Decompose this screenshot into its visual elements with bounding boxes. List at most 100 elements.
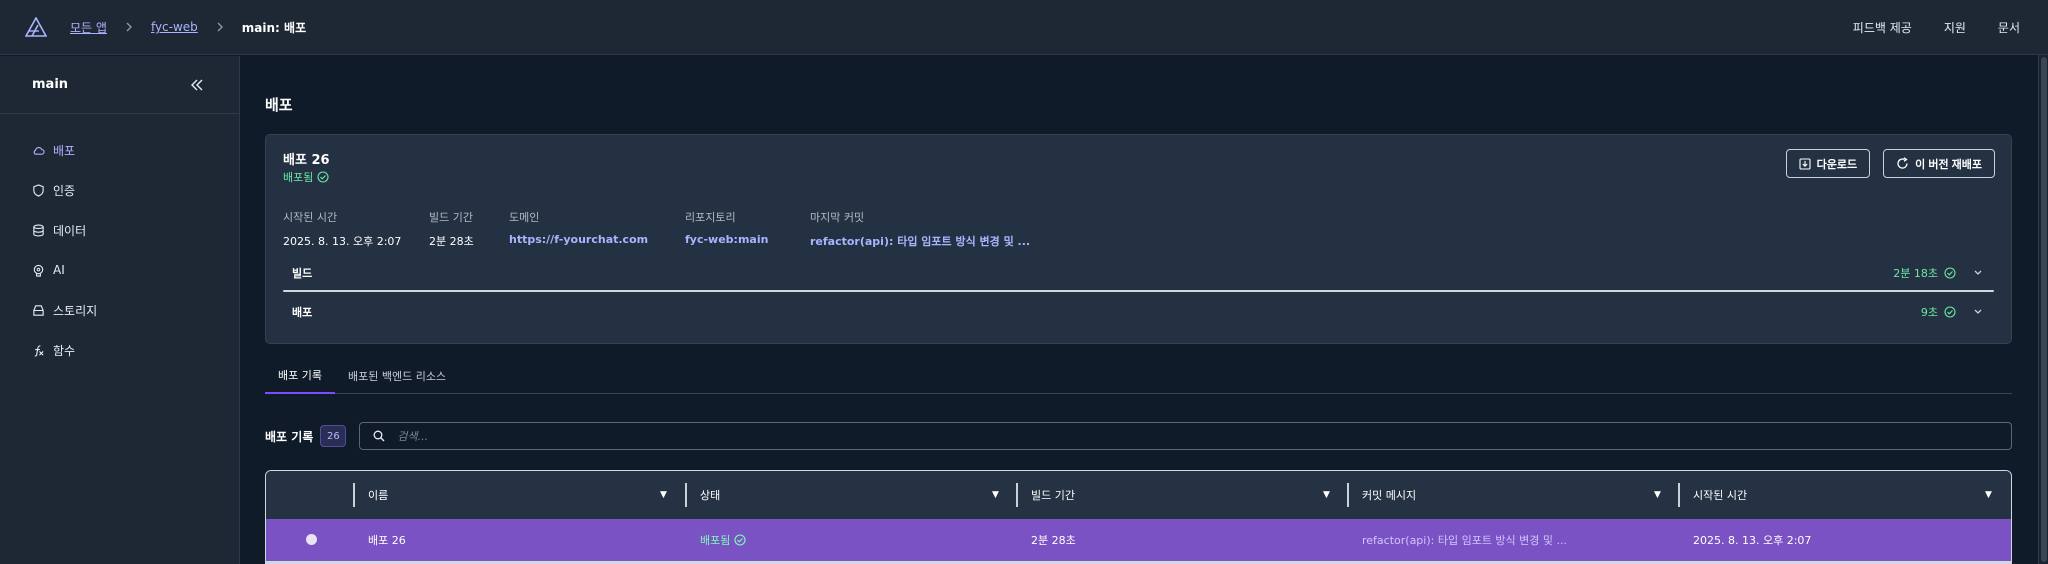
meta-build-time: 빌드 기간 2분 28초 xyxy=(429,209,509,249)
chevron-right-icon xyxy=(125,22,133,32)
collapse-sidebar-icon[interactable] xyxy=(187,75,207,95)
deploy-history-table: 이름 ▼ 상태 ▼ 빌드 기간 ▼ 커밋 메시지 ▼ 시작된 시간 ▼ 배포 2… xyxy=(265,470,2012,564)
download-button[interactable]: 다운로드 xyxy=(1785,149,1871,178)
feedback-link[interactable]: 피드백 제공 xyxy=(1853,19,1912,36)
tab-backend-resources[interactable]: 배포된 백엔드 리소스 xyxy=(335,358,459,394)
step-duration: 2분 18초 xyxy=(1893,265,1982,281)
sort-down-icon[interactable]: ▼ xyxy=(1654,490,1661,500)
breadcrumb-current: main: 배포 xyxy=(241,20,307,35)
column-header-started[interactable]: 시작된 시간 xyxy=(1693,471,1747,519)
check-circle-icon xyxy=(734,534,746,546)
column-divider[interactable] xyxy=(1678,483,1680,507)
sidebar: main 배포 인증 데이터 AI 스토리지 함수 xyxy=(0,56,240,564)
sidebar-nav: 배포 인증 데이터 AI 스토리지 함수 xyxy=(0,114,239,370)
step-duration: 9초 xyxy=(1921,304,1982,320)
sidebar-item-label: 스토리지 xyxy=(53,303,98,318)
column-header-build-time[interactable]: 빌드 기간 xyxy=(1031,471,1075,519)
column-divider[interactable] xyxy=(1016,483,1018,507)
sort-down-icon[interactable]: ▼ xyxy=(660,490,667,500)
meta-value: 2025. 8. 13. 오후 2:07 xyxy=(283,235,402,248)
search-input[interactable] xyxy=(397,429,798,443)
sidebar-item-label: 함수 xyxy=(53,343,76,358)
column-divider[interactable] xyxy=(353,483,355,507)
download-icon xyxy=(1799,157,1811,170)
meta-domain: 도메인 https://f-yourchat.com xyxy=(509,209,685,249)
build-step-row[interactable]: 빌드 2분 18초 xyxy=(283,257,1994,289)
download-label: 다운로드 xyxy=(1816,158,1858,171)
column-header-name[interactable]: 이름 xyxy=(368,471,388,519)
chevron-down-icon[interactable] xyxy=(1974,270,1982,276)
meta-label: 마지막 커밋 xyxy=(810,211,865,224)
cloud-icon xyxy=(33,146,45,155)
deployment-card: 배포 26 배포됨 다운로드 이 버전 재배포 시작된 시간 2025. 8. … xyxy=(265,134,2012,344)
sidebar-item-storage[interactable]: 스토리지 xyxy=(0,290,239,330)
meta-repo: 리포지토리 fyc-web:main xyxy=(685,209,810,249)
breadcrumb-all-apps[interactable]: 모든 앱 xyxy=(70,19,107,36)
meta-label: 빌드 기간 xyxy=(429,211,473,224)
column-header-status[interactable]: 상태 xyxy=(700,471,720,519)
sidebar-item-label: 배포 xyxy=(53,143,76,158)
step-label: 배포 xyxy=(292,306,313,319)
amplify-logo-icon[interactable] xyxy=(24,15,48,39)
support-link[interactable]: 지원 xyxy=(1944,19,1966,36)
deployment-title: 배포 26 xyxy=(283,153,330,168)
sort-down-icon[interactable]: ▼ xyxy=(1985,490,1992,500)
sort-down-icon[interactable]: ▼ xyxy=(1323,490,1330,500)
function-icon xyxy=(34,344,44,357)
refresh-icon xyxy=(1897,157,1908,169)
column-header-commit[interactable]: 커밋 메시지 xyxy=(1362,471,1416,519)
sidebar-item-auth[interactable]: 인증 xyxy=(0,170,239,210)
page-scrollbar[interactable] xyxy=(2038,55,2048,564)
meta-label: 도메인 xyxy=(509,211,540,224)
sort-down-icon[interactable]: ▼ xyxy=(992,490,999,500)
column-divider[interactable] xyxy=(685,483,687,507)
meta-started: 시작된 시간 2025. 8. 13. 오후 2:07 xyxy=(283,209,429,249)
tab-deploy-history[interactable]: 배포 기록 xyxy=(265,358,335,394)
check-circle-icon xyxy=(317,171,329,183)
docs-link[interactable]: 문서 xyxy=(1998,19,2020,36)
history-label: 배포 기록 xyxy=(265,429,314,444)
breadcrumb-app[interactable]: fyc-web xyxy=(151,20,198,34)
sidebar-item-label: 데이터 xyxy=(53,223,87,238)
history-toolbar: 배포 기록 26 xyxy=(265,422,2012,450)
redeploy-button[interactable]: 이 버전 재배포 xyxy=(1883,149,1995,178)
step-divider xyxy=(283,290,1994,292)
cell-build-time: 2분 28초 xyxy=(1031,534,1076,547)
brain-icon xyxy=(33,264,44,277)
domain-link[interactable]: https://f-yourchat.com xyxy=(509,233,685,246)
duration-text: 9초 xyxy=(1920,306,1938,319)
tab-bar: 배포 기록 배포된 백엔드 리소스 xyxy=(265,358,2012,394)
sidebar-item-label: AI xyxy=(53,263,65,277)
search-box xyxy=(359,422,2012,450)
card-actions: 다운로드 이 버전 재배포 xyxy=(1785,149,1995,178)
row-radio[interactable] xyxy=(306,534,317,545)
meta-commit: 마지막 커밋 refactor(api): 타입 임포트 방식 변경 및 ... xyxy=(810,209,1050,249)
search-icon xyxy=(373,430,385,442)
duration-text: 2분 18초 xyxy=(1893,267,1938,280)
sidebar-item-label: 인증 xyxy=(53,183,76,198)
sidebar-item-ai[interactable]: AI xyxy=(0,250,239,290)
commit-link[interactable]: refactor(api): 타입 임포트 방식 변경 및 ... xyxy=(810,233,1050,249)
shield-icon xyxy=(33,183,44,197)
breadcrumb: 모든 앱 fyc-web main: 배포 xyxy=(70,19,306,36)
column-divider[interactable] xyxy=(1347,483,1349,507)
sidebar-item-deploy[interactable]: 배포 xyxy=(0,130,239,170)
check-circle-icon xyxy=(1944,267,1956,279)
table-row[interactable]: 배포 26 배포됨 2분 28초 refactor(api): 타입 임포트 방… xyxy=(266,519,2011,561)
repo-link[interactable]: fyc-web:main xyxy=(685,233,810,246)
sidebar-item-data[interactable]: 데이터 xyxy=(0,210,239,250)
deploy-step-row[interactable]: 배포 9초 xyxy=(283,296,1994,328)
sidebar-header: main xyxy=(0,56,239,114)
top-nav: 피드백 제공 지원 문서 xyxy=(1853,19,2020,36)
page-title: 배포 xyxy=(265,96,293,114)
status-text: 배포됨 xyxy=(283,171,314,184)
meta-label: 리포지토리 xyxy=(685,211,736,224)
chevron-right-icon xyxy=(216,22,224,32)
scrollbar-thumb[interactable] xyxy=(2041,57,2047,562)
storage-icon xyxy=(33,304,44,316)
status-badge: 배포됨 xyxy=(283,169,329,185)
cell-started: 2025. 8. 13. 오후 2:07 xyxy=(1693,534,1812,547)
sidebar-item-functions[interactable]: 함수 xyxy=(0,330,239,370)
deployment-meta: 시작된 시간 2025. 8. 13. 오후 2:07 빌드 기간 2분 28초… xyxy=(283,209,1050,249)
chevron-down-icon[interactable] xyxy=(1974,309,1982,315)
